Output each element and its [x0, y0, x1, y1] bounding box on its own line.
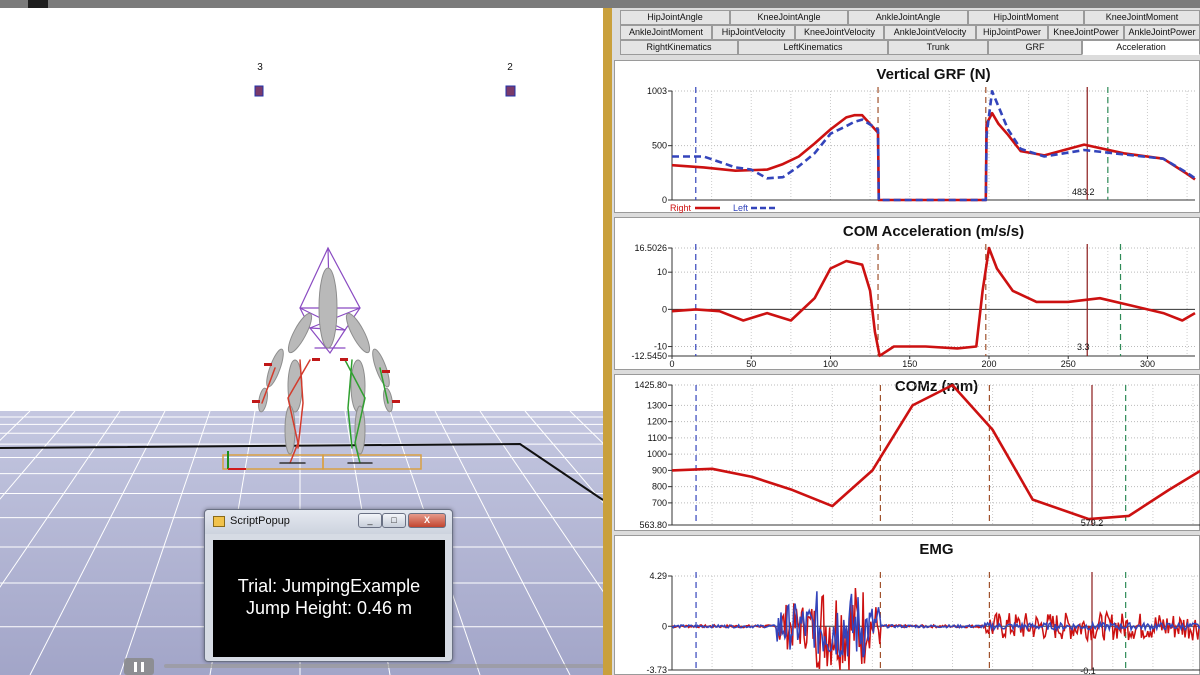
popup-body: Trial: JumpingExample Jump Height: 0.46 …: [213, 540, 445, 657]
y-tick-label: 0: [662, 304, 667, 314]
pause-icon-bar: [141, 662, 144, 672]
tab-row-2: AnkleJointMoment HipJointVelocity KneeJo…: [620, 25, 1200, 40]
tab-right-kinematics[interactable]: RightKinematics: [620, 40, 738, 55]
y-tick-label: 1000: [647, 449, 667, 459]
cursor-readout: 483.2: [1072, 187, 1095, 197]
tab-hip-joint-velocity[interactable]: HipJointVelocity: [712, 25, 795, 40]
tab-row-3: RightKinematics LeftKinematics Trunk GRF…: [620, 40, 1200, 55]
cursor-readout: -0.1: [1080, 666, 1096, 675]
tab-acceleration[interactable]: Acceleration: [1082, 40, 1200, 55]
y-tick-label: 1003: [647, 86, 667, 96]
y-tick-label: 0: [662, 621, 667, 631]
y-tick-label: 563.80: [639, 520, 667, 530]
top-bar-block: [28, 0, 48, 8]
marker-label-3: 3: [257, 62, 263, 73]
y-tick-label: 4.29: [649, 571, 667, 581]
splitter[interactable]: [603, 8, 612, 675]
tab-left-kinematics[interactable]: LeftKinematics: [738, 40, 888, 55]
chart-svg: Vertical GRF (N) 1003 500 0 483.2 Right Left: [647, 66, 1196, 213]
y-tick-label: 1200: [647, 417, 667, 427]
chart-vertical-grf[interactable]: Vertical GRF (N) 1003 500 0 483.2 Right Left: [614, 60, 1200, 213]
marker-cube-3: [254, 85, 264, 97]
y-tick-label: 1100: [648, 433, 667, 443]
tab-knee-joint-angle[interactable]: KneeJointAngle: [730, 10, 848, 25]
plot-panel: HipJointAngle KneeJointAngle AnkleJointA…: [612, 8, 1200, 675]
tab-hip-joint-angle[interactable]: HipJointAngle: [620, 10, 730, 25]
tab-hip-joint-moment[interactable]: HipJointMoment: [968, 10, 1084, 25]
x-tick-label: 0: [669, 359, 674, 369]
x-tick-label: 300: [1140, 359, 1155, 369]
y-tick-label: 700: [652, 498, 667, 508]
cursor-readout: 3.3: [1077, 342, 1090, 352]
window-app-icon: [213, 516, 225, 527]
y-tick-label: 0: [662, 195, 667, 205]
jump-height-text: Jump Height: 0.46 m: [245, 598, 413, 618]
tab-hip-joint-power[interactable]: HipJointPower: [976, 25, 1048, 40]
tab-ankle-joint-moment[interactable]: AnkleJointMoment: [620, 25, 712, 40]
chart-title: EMG: [919, 541, 953, 558]
marker-label-2: 2: [507, 62, 513, 73]
x-tick-label: 250: [1061, 359, 1076, 369]
tab-knee-joint-power[interactable]: KneeJointPower: [1048, 25, 1124, 40]
y-tick-label: 500: [652, 141, 667, 151]
y-tick-label: 10: [657, 267, 667, 277]
x-tick-label: 100: [823, 359, 838, 369]
emg-trace-right: [671, 587, 1200, 671]
tab-knee-joint-velocity[interactable]: KneeJointVelocity: [795, 25, 884, 40]
y-tick-label: 1300: [647, 400, 667, 410]
tab-ankle-joint-angle[interactable]: AnkleJointAngle: [848, 10, 968, 25]
series-line-right: [671, 111, 1196, 202]
viewport-3d[interactable]: 3 2 ScriptPopup _ □ X Trial: JumpingExam…: [0, 8, 603, 675]
tab-ankle-joint-power[interactable]: AnkleJointPower: [1124, 25, 1200, 40]
popup-title: ScriptPopup: [230, 515, 290, 527]
marker-cube-2: [505, 85, 516, 97]
x-tick-label: 200: [981, 359, 996, 369]
trial-text: Trial: JumpingExample: [237, 576, 421, 596]
maximize-button[interactable]: □: [382, 513, 406, 528]
chart-svg: COMz (mm)1425.80130012001100100090080070…: [634, 378, 1200, 530]
minimize-button[interactable]: _: [358, 513, 382, 528]
y-tick-label: 1425.80: [634, 380, 667, 390]
seek-bar[interactable]: [164, 664, 603, 668]
y-tick-label: -12.5450: [631, 351, 667, 361]
chart-svg: EMG 4.29 0 -3.73 -0.1: [646, 541, 1200, 675]
emg-trace-left: [671, 591, 1200, 658]
tab-grf[interactable]: GRF: [988, 40, 1082, 55]
y-tick-label: -3.73: [646, 665, 667, 675]
chart-title: COM Acceleration (m/s/s): [843, 223, 1024, 240]
tab-trunk[interactable]: Trunk: [888, 40, 988, 55]
popup-titlebar[interactable]: ScriptPopup _ □ X: [205, 510, 452, 534]
tab-ankle-joint-velocity[interactable]: AnkleJointVelocity: [884, 25, 976, 40]
tab-row-1: HipJointAngle KneeJointAngle AnkleJointA…: [620, 10, 1200, 25]
chart-emg[interactable]: EMG 4.29 0 -3.73 -0.1: [614, 535, 1200, 675]
chart-title: Vertical GRF (N): [876, 66, 990, 83]
tab-knee-joint-moment[interactable]: KneeJointMoment: [1084, 10, 1200, 25]
series-line-right: [671, 246, 1196, 358]
chart-svg: COM Acceleration (m/s/s)16.5026100-10-12…: [631, 223, 1196, 369]
cursor-readout: 579.2: [1081, 518, 1104, 528]
legend-label-left: Left: [733, 203, 749, 213]
legend-label-right: Right: [670, 203, 692, 213]
y-tick-label: 900: [652, 465, 667, 475]
video-top-bar: [0, 0, 1200, 8]
close-button[interactable]: X: [408, 513, 446, 528]
chart-comz[interactable]: COMz (mm) 1425.80 1300 1200 1100 1000 900 800 70…: [614, 374, 1200, 531]
pause-button[interactable]: [124, 658, 154, 675]
y-tick-label: 800: [652, 482, 667, 492]
script-popup-window[interactable]: ScriptPopup _ □ X Trial: JumpingExample …: [204, 509, 453, 662]
video-player-bar[interactable]: [124, 655, 603, 675]
x-tick-label: 50: [746, 359, 756, 369]
chart-com-acceleration[interactable]: COM Acceleration (m/s/s) 16.5026 10 0 -10 -12…: [614, 217, 1200, 370]
y-tick-label: 16.5026: [634, 243, 667, 253]
x-tick-label: 150: [902, 359, 917, 369]
pause-icon: [134, 662, 137, 672]
